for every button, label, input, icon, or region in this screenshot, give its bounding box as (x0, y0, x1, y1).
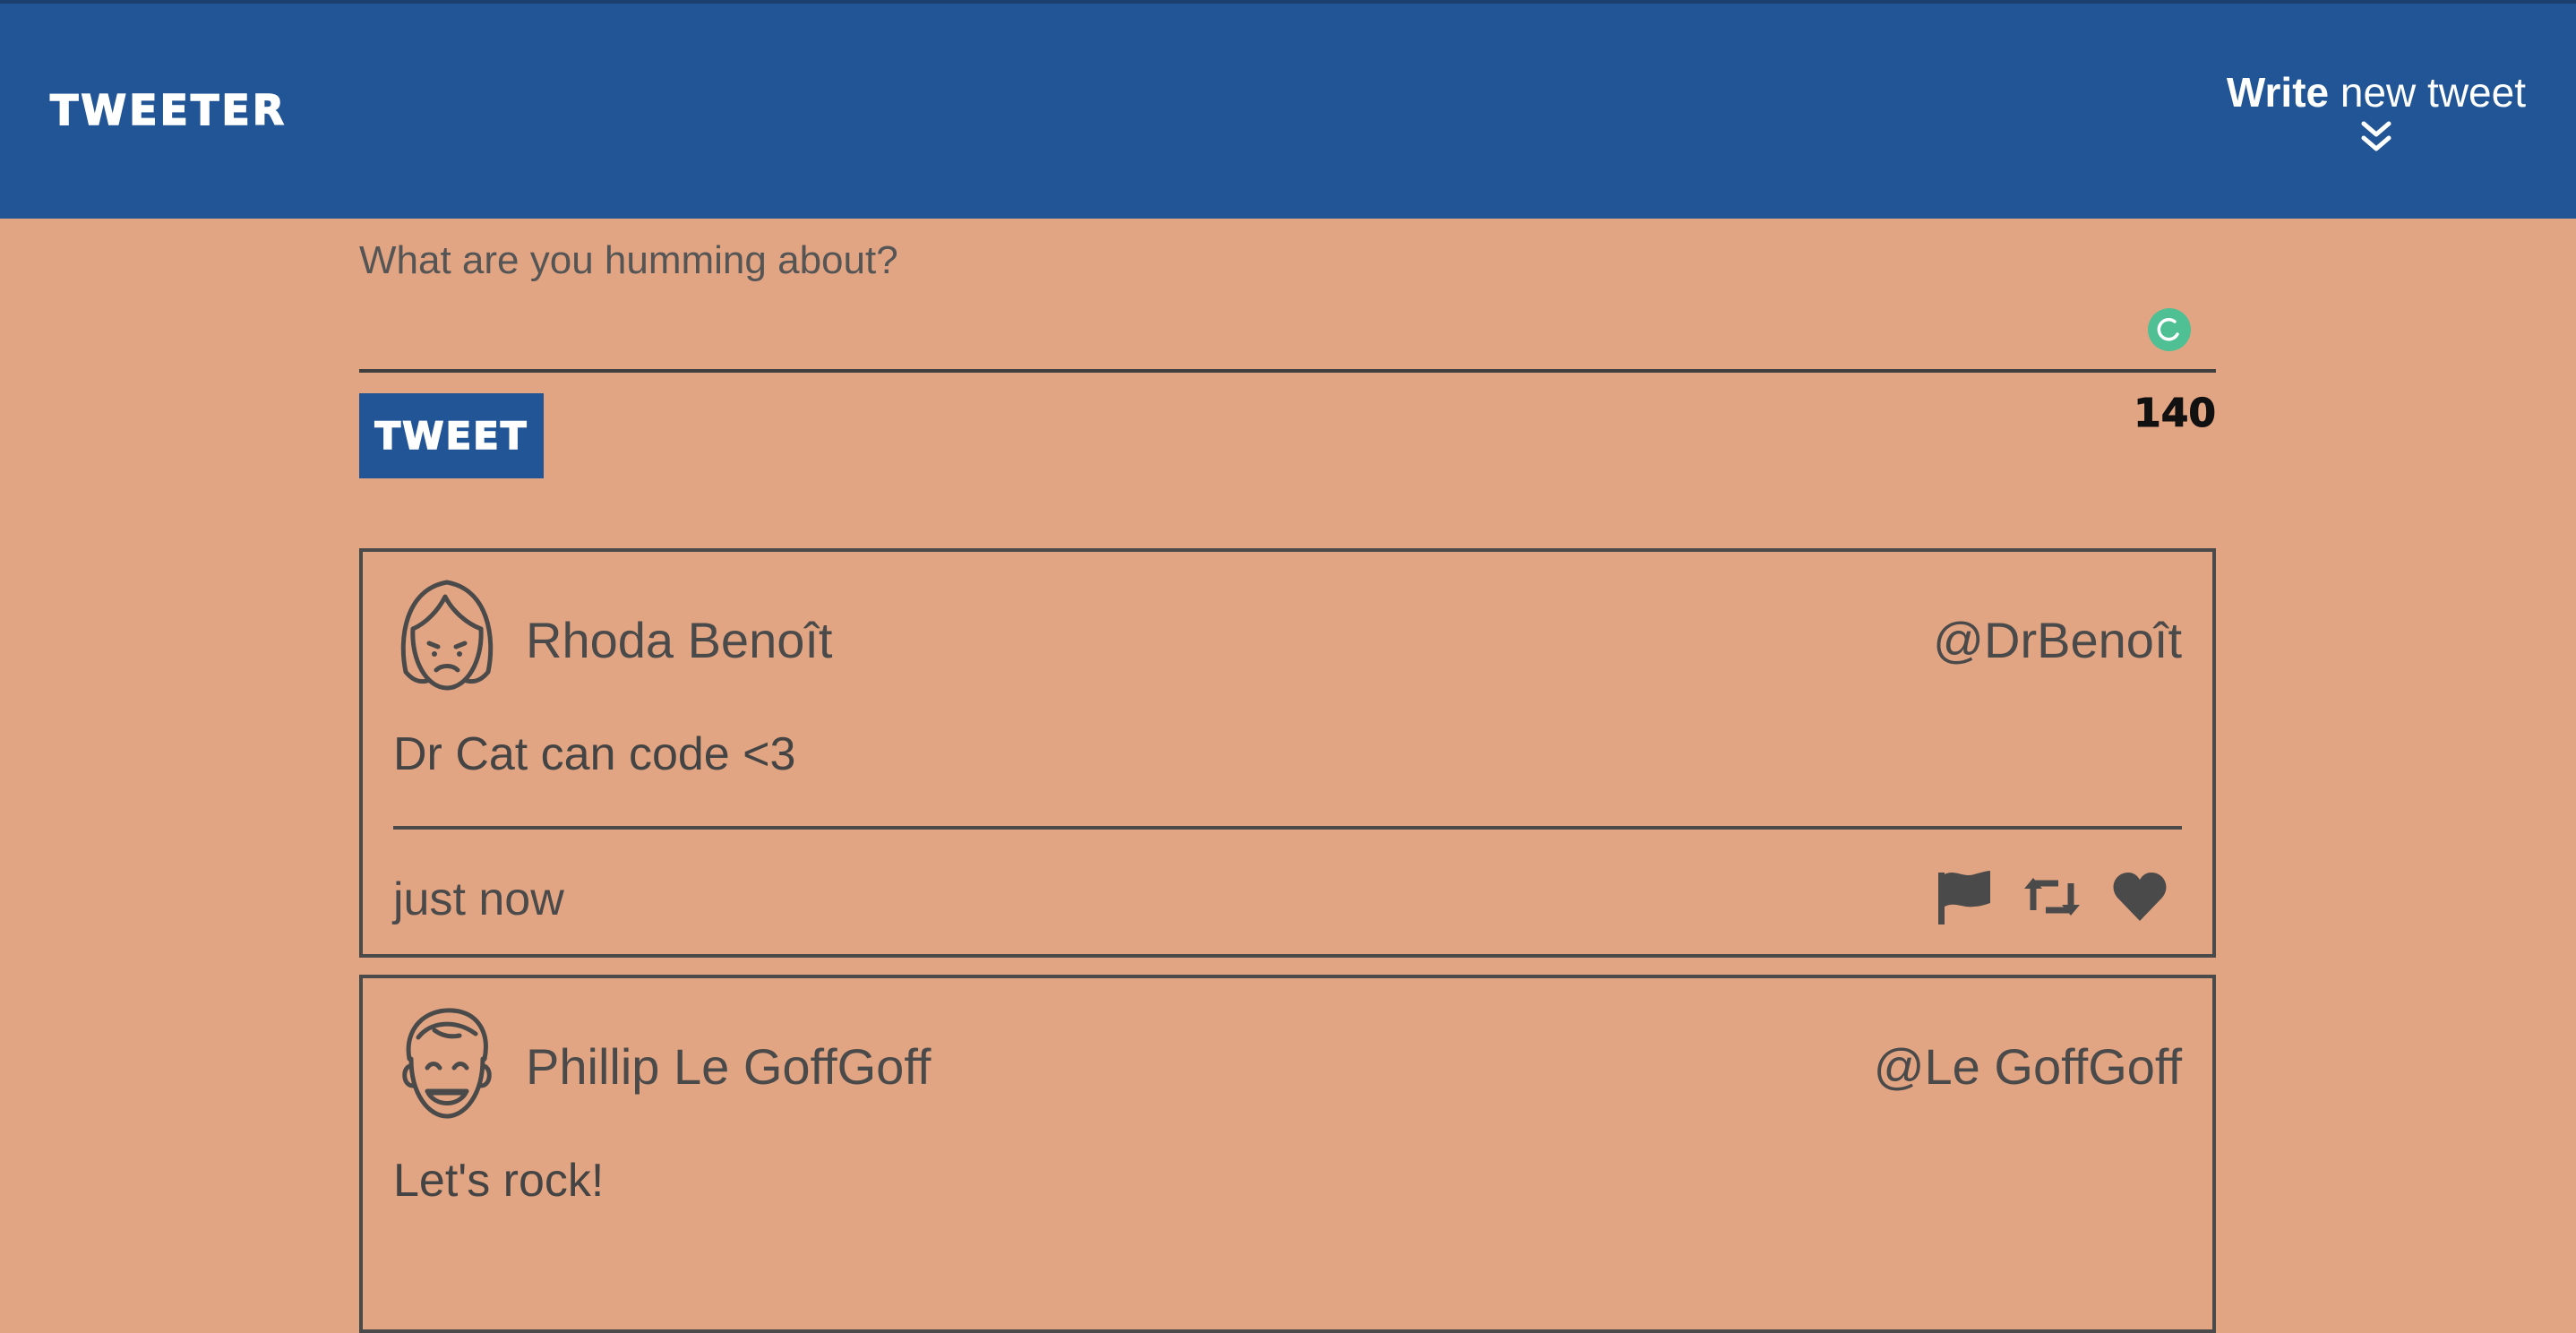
flag-icon[interactable] (1935, 867, 1994, 926)
write-new-tweet-bold: Write (2226, 69, 2330, 116)
write-new-tweet-label: Write new tweet (2227, 68, 2526, 116)
heart-icon[interactable] (2110, 867, 2169, 926)
tweet-card: Phillip Le GoffGoff @Le GoffGoff Let's r… (359, 975, 2216, 1333)
character-counter: 140 (2134, 391, 2217, 437)
man-avatar-icon (402, 1008, 492, 1119)
top-nav: TWEETER Write new tweet (0, 0, 2576, 219)
tweet-author-handle[interactable]: @DrBenoît (1933, 611, 2182, 669)
tweet-header: Rhoda Benoît @DrBenoît (393, 575, 2182, 701)
tweet-author-name: Rhoda Benoît (526, 612, 833, 668)
tweet-author-handle[interactable]: @Le GoffGoff (1874, 1037, 2182, 1096)
new-tweet-form: What are you humming about? TWEET 140 (359, 219, 2216, 478)
tweet-card: Rhoda Benoît @DrBenoît Dr Cat can code <… (359, 548, 2216, 958)
tweet-timestamp: just now (393, 873, 564, 925)
tweet-text: Let's rock! (393, 1155, 605, 1207)
tweet-author-name: Phillip Le GoffGoff (526, 1038, 932, 1095)
brand-logo[interactable]: TWEETER (49, 85, 287, 135)
woman-avatar-icon (400, 580, 494, 691)
tweet-footer: just now (393, 867, 2182, 930)
tweet-text: Dr Cat can code <3 (393, 728, 796, 780)
write-new-tweet-rest: new tweet (2329, 69, 2526, 116)
tweet-submit-button[interactable]: TWEET (359, 393, 544, 478)
double-chevron-down-icon (2361, 121, 2391, 151)
tweet-divider (393, 826, 2182, 830)
tweet-textarea[interactable]: What are you humming about? (359, 219, 2216, 373)
tweet-textarea-placeholder: What are you humming about? (359, 238, 898, 282)
tweet-header: Phillip Le GoffGoff @Le GoffGoff (393, 1002, 2182, 1127)
write-new-tweet-toggle[interactable]: Write new tweet (2227, 68, 2526, 158)
retweet-icon[interactable] (2022, 867, 2082, 926)
grammarly-icon[interactable] (2148, 308, 2191, 351)
